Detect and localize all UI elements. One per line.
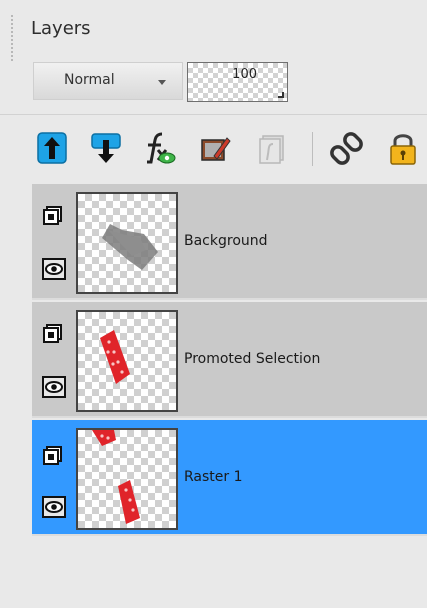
layer-row-background[interactable]: Background: [32, 184, 427, 300]
layer-row-raster-1[interactable]: Raster 1: [32, 420, 427, 536]
blend-mode-dropdown[interactable]: Normal: [33, 62, 183, 100]
edit-selection-icon: [201, 137, 231, 161]
panel-title: Layers: [31, 18, 91, 39]
layer-effects-button[interactable]: [142, 130, 176, 166]
layer-properties-icon[interactable]: [42, 322, 66, 344]
visibility-eye-icon[interactable]: [42, 496, 66, 518]
opacity-field[interactable]: 100: [187, 62, 288, 102]
toolbar-separator: [312, 132, 313, 166]
link-layers-button[interactable]: [330, 130, 364, 166]
visibility-eye-icon[interactable]: [42, 376, 66, 398]
lock-icon: [390, 134, 416, 165]
edit-selection-button[interactable]: [198, 130, 232, 166]
link-layers-icon: [330, 132, 363, 165]
layer-thumbnail: [76, 428, 178, 530]
layers-panel: Layers Normal 100 Background Promoted Se…: [0, 0, 427, 608]
layer-mask-icon: [259, 135, 284, 164]
layer-name: Background: [184, 233, 268, 249]
layers-toolbar: [0, 120, 427, 178]
layer-mask-button[interactable]: [256, 130, 290, 166]
move-layer-up-icon: [37, 132, 67, 164]
layer-name: Promoted Selection: [184, 351, 321, 367]
layers-list: Background Promoted Selection Raster 1: [32, 184, 427, 540]
lock-transparency-button[interactable]: [386, 130, 420, 166]
chevron-down-icon: [158, 80, 166, 85]
opacity-value: 100: [232, 67, 257, 82]
opacity-resize-grip-icon: [278, 92, 284, 98]
layer-row-promoted-selection[interactable]: Promoted Selection: [32, 302, 427, 418]
blend-mode-value: Normal: [64, 72, 115, 88]
layer-properties-icon[interactable]: [42, 444, 66, 466]
move-layer-down-icon: [91, 133, 121, 163]
visibility-eye-icon[interactable]: [42, 258, 66, 280]
divider: [0, 114, 427, 115]
layer-properties-icon[interactable]: [42, 204, 66, 226]
move-layer-down-button[interactable]: [89, 130, 123, 166]
layer-thumbnail: [76, 310, 178, 412]
layer-name: Raster 1: [184, 469, 243, 485]
move-layer-up-button[interactable]: [36, 130, 70, 166]
layer-effects-icon: [147, 132, 176, 164]
layer-thumbnail: [76, 192, 178, 294]
panel-grip[interactable]: [10, 14, 14, 62]
